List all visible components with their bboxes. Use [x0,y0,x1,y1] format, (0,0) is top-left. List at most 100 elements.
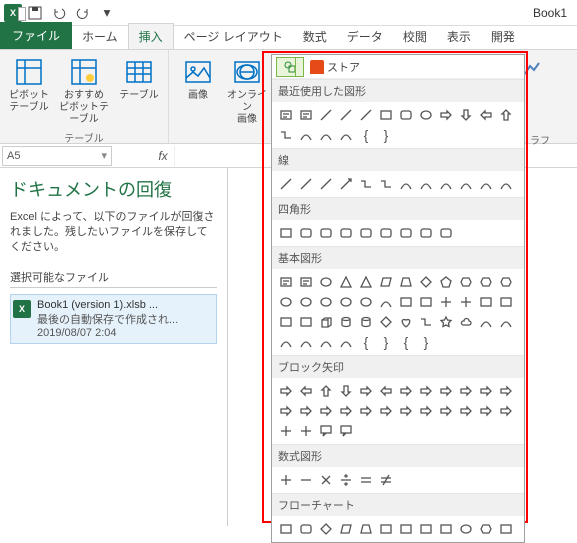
shape-callout[interactable] [316,421,336,441]
shape-roundrect[interactable] [376,223,396,243]
shape-line[interactable] [316,174,336,194]
shape-oval[interactable] [416,105,436,125]
shape-oval[interactable] [456,519,476,539]
shape-plus[interactable] [276,470,296,490]
shape-rect[interactable] [396,292,416,312]
shape-roundrect[interactable] [296,223,316,243]
shape-rarrow[interactable] [476,401,496,421]
shape-rarrow[interactable] [316,401,336,421]
shape-roundrect[interactable] [296,519,316,539]
shape-rect[interactable] [496,519,516,539]
shape-roundrect[interactable] [356,223,376,243]
shape-conn[interactable] [356,174,376,194]
shape-rarrow[interactable] [416,381,436,401]
shape-larrow[interactable] [476,105,496,125]
shape-lbrace[interactable]: { [396,332,416,352]
shape-diamond[interactable] [376,312,396,332]
shape-trap[interactable] [396,272,416,292]
shape-curve[interactable] [376,292,396,312]
shape-mult[interactable] [316,470,336,490]
shape-rarrow[interactable] [276,381,296,401]
shape-curve[interactable] [336,332,356,352]
shape-roundrect[interactable] [436,223,456,243]
shape-roundrect[interactable] [396,105,416,125]
shape-conn[interactable] [416,312,436,332]
shape-rarrow[interactable] [396,401,416,421]
shape-tri[interactable] [356,272,376,292]
shape-parallelo[interactable] [336,519,356,539]
tab-home[interactable]: ホーム [72,24,128,49]
shape-parallelo[interactable] [376,272,396,292]
shape-callout[interactable] [336,421,356,441]
online-picture-button[interactable]: オンライン 画像 [223,54,271,141]
shape-pent[interactable] [436,272,456,292]
shape-rarrow[interactable] [456,401,476,421]
shape-curve[interactable] [336,125,356,145]
shape-rarrow[interactable] [296,401,316,421]
shape-neq[interactable] [376,470,396,490]
shape-curve[interactable] [476,174,496,194]
table-button[interactable]: テーブル [116,54,162,128]
shape-rect[interactable] [436,519,456,539]
undo-button[interactable] [48,2,70,24]
shape-darrow[interactable] [336,381,356,401]
redo-button[interactable] [72,2,94,24]
tab-view[interactable]: 表示 [437,24,481,49]
shape-roundrect[interactable] [336,223,356,243]
shape-conn[interactable] [376,174,396,194]
shape-rect[interactable] [416,292,436,312]
shape-rarrow[interactable] [276,401,296,421]
shape-textbox[interactable] [296,272,316,292]
shape-tri[interactable] [336,272,356,292]
shape-oval[interactable] [316,272,336,292]
shape-uarrow[interactable] [316,381,336,401]
tab-formulas[interactable]: 数式 [293,24,337,49]
shape-div[interactable] [336,470,356,490]
picture-button[interactable]: 画像 [175,54,221,141]
shape-rarrow[interactable] [396,381,416,401]
shape-rect[interactable] [276,519,296,539]
save-button[interactable] [24,2,46,24]
office-store-link[interactable]: ストア [310,59,360,75]
qat-customize-button[interactable]: ▾ [96,2,118,24]
tab-page-layout[interactable]: ページ レイアウト [174,24,293,49]
shape-larrow[interactable] [296,381,316,401]
shape-plus[interactable] [276,421,296,441]
recovery-file-item[interactable]: X Book1 (version 1).xlsb ... 最後の自動保存で作成さ… [10,294,217,344]
tab-file[interactable]: ファイル [0,22,72,49]
shape-hex[interactable] [496,272,516,292]
shape-larrow[interactable] [376,381,396,401]
shape-curve[interactable] [296,125,316,145]
shape-rect[interactable] [296,312,316,332]
shape-hex[interactable] [456,272,476,292]
shape-plus[interactable] [436,292,456,312]
shape-curve[interactable] [396,174,416,194]
shape-rect[interactable] [496,292,516,312]
shape-rect[interactable] [416,519,436,539]
tab-developer[interactable]: 開発 [481,24,525,49]
shape-curve[interactable] [456,174,476,194]
shape-curve[interactable] [496,312,516,332]
shape-oval[interactable] [336,292,356,312]
shape-rarrow[interactable] [356,381,376,401]
shape-rbrace[interactable]: } [376,332,396,352]
pivot-table-button[interactable]: ピボット テーブル [6,54,52,128]
tab-review[interactable]: 校閲 [393,24,437,49]
shape-oval[interactable] [276,292,296,312]
shape-oval[interactable] [316,292,336,312]
shape-star[interactable] [436,312,456,332]
shape-curve[interactable] [496,174,516,194]
shape-line[interactable] [276,174,296,194]
shape-lbrace[interactable]: { [356,125,376,145]
fx-button[interactable]: fx [152,145,174,167]
tab-insert[interactable]: 挿入 [128,23,174,49]
shape-hex[interactable] [476,272,496,292]
shape-textbox[interactable] [276,272,296,292]
shape-uarrow[interactable] [496,105,516,125]
shape-rect[interactable] [276,223,296,243]
recommended-pivot-button[interactable]: おすすめ ピボットテーブル [54,54,114,128]
shape-rect[interactable] [276,312,296,332]
shape-diamond[interactable] [416,272,436,292]
shape-rarrow[interactable] [436,381,456,401]
shape-textbox[interactable] [296,105,316,125]
